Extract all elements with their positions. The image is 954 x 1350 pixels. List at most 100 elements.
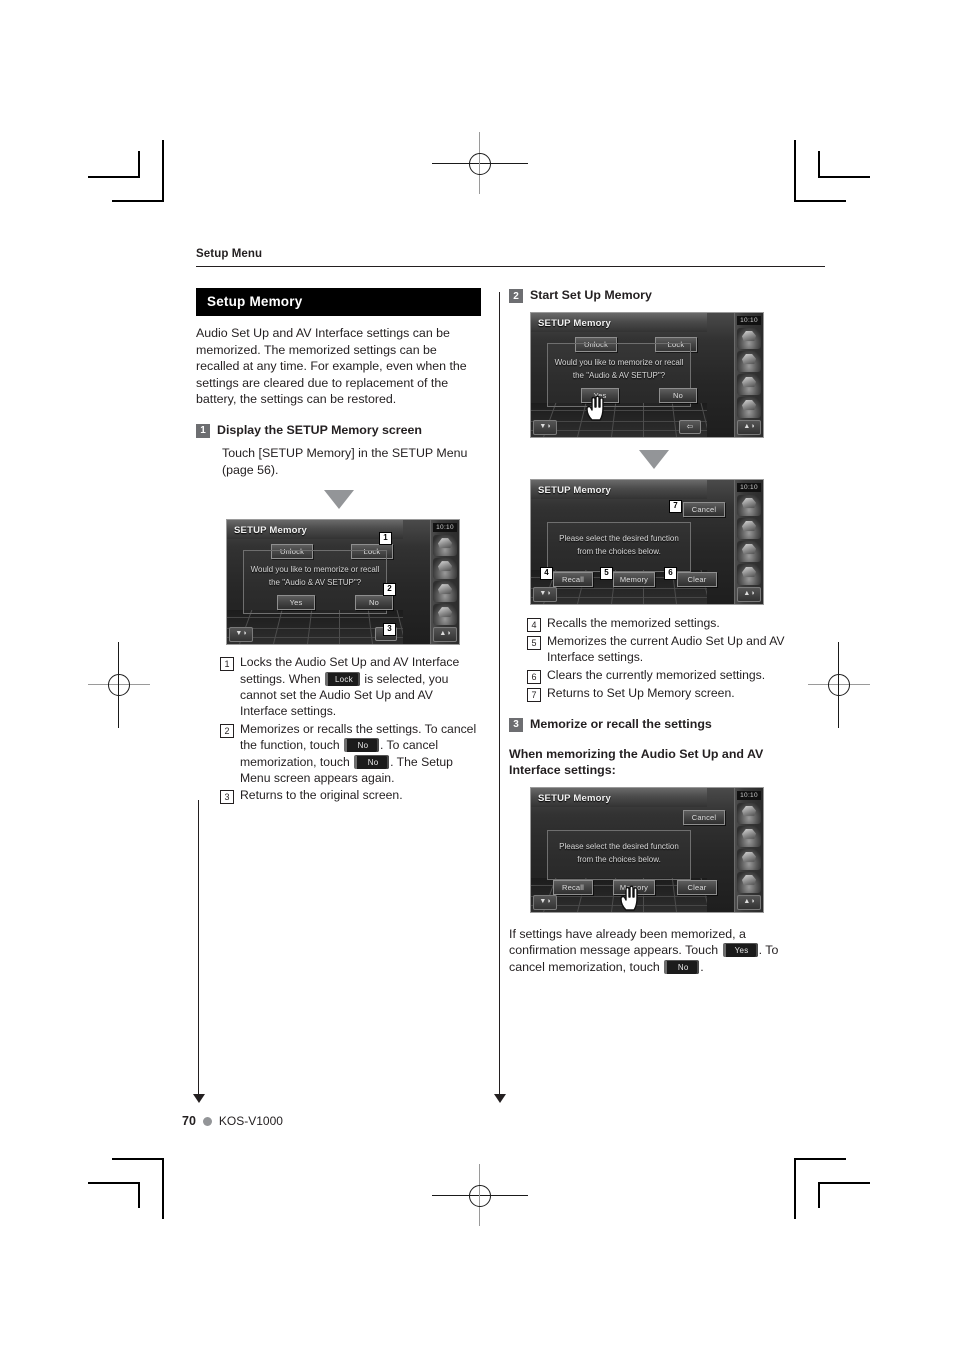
callout-number: 7	[527, 687, 541, 702]
screen-2-message-line1: Would you like to memorize or recall	[554, 358, 684, 367]
key-badge-no: No	[354, 754, 390, 769]
screen-1-yes-button[interactable]: Yes	[277, 595, 315, 611]
screen-2-message-line2: the "Audio & AV SETUP"?	[572, 371, 666, 380]
screen-4-dialog: Please select the desired function from …	[547, 829, 691, 880]
screen-3-volume-up-button[interactable]: ▲◑	[737, 587, 761, 602]
screen-2-rail-icon-2[interactable]	[737, 351, 761, 372]
screen-3-rail-icon-3[interactable]	[737, 541, 761, 562]
screen-2-rail-icon-3[interactable]	[737, 374, 761, 395]
page-footer: 70 KOS-V1000	[182, 1114, 283, 1128]
screen-1-rail-icon-3[interactable]	[433, 581, 457, 603]
screen-1-volume-down-button[interactable]: ▼◑	[229, 627, 253, 643]
step-1-number: 1	[196, 423, 210, 438]
screen-4-clock: 10:10	[737, 790, 761, 800]
screen-3-tag-memory: 5	[600, 567, 613, 580]
screen-3-rail-icon-4[interactable]	[737, 564, 761, 585]
screen-4-rail-icon-4[interactable]	[737, 871, 761, 893]
callout-item: 4 Recalls the memorized settings.	[527, 615, 799, 632]
callout-item: 3 Returns to the original screen.	[220, 787, 481, 805]
step-1-title: Display the SETUP Memory screen	[217, 422, 422, 437]
screen-4-clear-button[interactable]: Clear	[677, 879, 717, 895]
registration-mark-top	[432, 132, 528, 194]
key-badge-no: No	[344, 738, 379, 753]
screen-3-rail-icon-1[interactable]	[737, 495, 761, 516]
step-1-heading: 1 Display the SETUP Memory screen	[196, 423, 481, 438]
screen-3-tag-recall: 4	[540, 567, 553, 580]
left-callout-list: 1 Locks the Audio Set Up and AV Interfac…	[220, 654, 481, 805]
left-flow-arrow	[193, 1094, 205, 1103]
screen-1-tag-no: 2	[383, 583, 396, 597]
step-1-body: Touch [SETUP Memory] in the SETUP Menu (…	[222, 445, 468, 477]
screen-3-clear-button[interactable]: Clear	[677, 572, 717, 587]
screen-2-no-button[interactable]: No	[659, 388, 697, 403]
right-callout-list: 4 Recalls the memorized settings. 5 Memo…	[527, 615, 799, 702]
screen-3-message: Please select the desired function from …	[548, 532, 690, 558]
screen-3-volume-down-button[interactable]: ▼◑	[533, 587, 557, 602]
screen-4-message-line2: from the choices below.	[577, 854, 661, 864]
closing-text-part: .	[700, 960, 704, 974]
screen-4-icon-rail: 10:10 ▲◑	[734, 787, 763, 912]
screen-1-volume-up-button[interactable]: ▲◑	[433, 627, 457, 643]
callout-number: 2	[220, 723, 234, 738]
screen-3-message-line1: Please select the desired function	[559, 534, 679, 543]
screen-4-rail-icon-2[interactable]	[737, 825, 761, 847]
screen-4-rail-icon-3[interactable]	[737, 848, 761, 870]
callout-number: 4	[527, 618, 541, 632]
callout-item: 6 Clears the currently memorized setting…	[527, 667, 799, 684]
screen-2-return-button[interactable]: ⇦	[679, 420, 701, 434]
screen-2-title: SETUP Memory	[538, 318, 611, 329]
screen-3-title: SETUP Memory	[538, 485, 611, 496]
callout-number: 6	[527, 669, 541, 684]
screen-3-memory-button[interactable]: Memory	[613, 572, 655, 587]
flow-arrow-down-icon	[323, 490, 354, 510]
screen-1-message: Would you like to memorize or recall the…	[244, 563, 386, 589]
screen-1-rail-icon-2[interactable]	[433, 558, 457, 580]
screen-1-rail-icon-1[interactable]	[433, 535, 457, 557]
screen-1-message-line1: Would you like to memorize or recall	[250, 565, 380, 575]
screen-3-recall-button[interactable]: Recall	[553, 572, 593, 587]
screen-3-rail-icon-2[interactable]	[737, 518, 761, 539]
closing-text-part: If settings have already been memorized,…	[509, 926, 746, 958]
screen-4-cancel-button[interactable]: Cancel	[683, 809, 725, 825]
screen-2-clock: 10:10	[737, 316, 761, 325]
flow-arrow-down-icon-2	[639, 450, 669, 469]
screen-2-icon-rail: 10:10 ▲◑	[734, 313, 763, 437]
screen-2-rail-icon-4[interactable]	[737, 397, 761, 418]
manual-page: Setup Menu Setup Memory Audio Set Up and…	[0, 0, 954, 1350]
screen-1-icon-rail: 10:10 ▲◑	[430, 520, 459, 645]
key-badge-no: No	[664, 960, 700, 974]
callout-text: Memorizes the current Audio Set Up and A…	[547, 634, 785, 665]
device-screen-4: SETUP Memory Cancel Please select the de…	[530, 786, 764, 913]
hand-cursor-icon-2	[620, 885, 638, 911]
screen-3-cancel-button[interactable]: Cancel	[683, 502, 725, 517]
screen-4-message: Please select the desired function from …	[548, 840, 690, 866]
screen-2-canvas: SETUP Memory Unlock Lock Would you like …	[531, 313, 735, 437]
screen-1-no-button[interactable]: No	[355, 595, 393, 611]
step-3-heading: 3 Memorize or recall the settings	[509, 717, 799, 732]
screen-4-recall-button[interactable]: Recall	[553, 879, 593, 895]
column-divider-arrow	[494, 1094, 506, 1103]
screen-2-rail-icon-1[interactable]	[737, 328, 761, 349]
screen-3-message-line2: from the choices below.	[577, 547, 661, 556]
screen-4-rail-icon-1[interactable]	[737, 802, 761, 824]
left-flow-rule	[198, 800, 199, 1097]
memorize-subheading: When memorizing the Audio Set Up and AV …	[509, 746, 764, 777]
screen-2-volume-down-button[interactable]: ▼◑	[533, 420, 557, 435]
screen-3-dialog: Please select the desired function from …	[547, 522, 691, 572]
device-screen-3: SETUP Memory Cancel Please select the de…	[530, 479, 764, 605]
screen-2-volume-up-button[interactable]: ▲◑	[737, 420, 761, 435]
step-2-heading: 2 Start Set Up Memory	[509, 288, 799, 303]
screen-4-volume-up-button[interactable]: ▲◑	[737, 894, 761, 910]
screen-1-canvas: SETUP Memory Unlock Lock Would you like …	[227, 520, 431, 645]
callout-text: Recalls the memorized settings.	[547, 616, 720, 630]
section-title-band: Setup Memory	[196, 288, 481, 316]
callout-text: Returns to the original screen.	[240, 788, 403, 803]
screen-3-tag-cancel: 7	[669, 500, 682, 513]
callout-item: 2 Memorizes or recalls the settings. To …	[220, 721, 481, 787]
screen-3-icon-rail: 10:10 ▲◑	[734, 480, 763, 604]
callout-text: Locks the Audio Set Up and AV Interface …	[240, 654, 481, 720]
screen-4-volume-down-button[interactable]: ▼◑	[533, 894, 557, 910]
callout-item: 7 Returns to Set Up Memory screen.	[527, 685, 799, 702]
screen-1-rail-icon-4[interactable]	[433, 604, 457, 626]
screen-3-canvas: SETUP Memory Cancel Please select the de…	[531, 480, 735, 604]
